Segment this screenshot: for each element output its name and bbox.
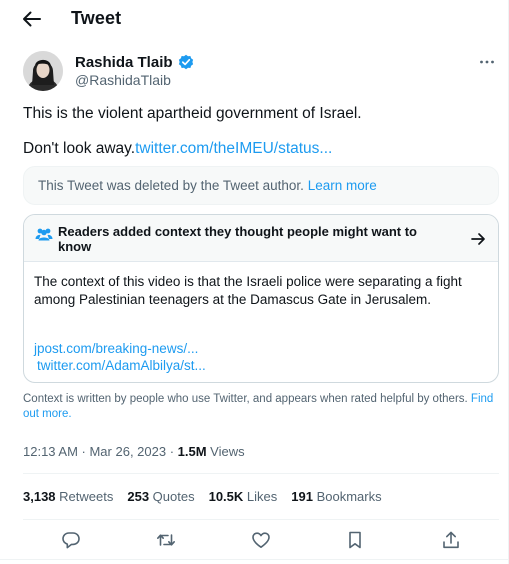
community-note: Readers added context they thought peopl… xyxy=(23,214,499,383)
likes-count: 10.5K xyxy=(208,489,244,504)
divider xyxy=(0,559,509,560)
views-label: Views xyxy=(206,444,245,459)
divider xyxy=(23,519,499,520)
deleted-notice-text: This Tweet was deleted by the Tweet auth… xyxy=(38,178,377,193)
author-block: Rashida Tlaib @RashidaTlaib xyxy=(23,51,503,96)
top-bar: Tweet xyxy=(0,0,509,40)
retweets-label: Retweets xyxy=(55,489,114,504)
tweet-link[interactable]: twitter.com/theIMEU/status... xyxy=(135,140,332,157)
quotes-label: Quotes xyxy=(149,489,195,504)
timestamp[interactable]: 12:13 AM · Mar 26, 2023 · xyxy=(23,444,178,459)
more-dots-icon[interactable] xyxy=(478,53,496,71)
retweet-icon[interactable] xyxy=(155,529,177,551)
quotes-count: 253 xyxy=(127,489,150,504)
context-info-text: Context is written by people who use Twi… xyxy=(23,393,468,405)
action-bar xyxy=(0,527,509,553)
author-name[interactable]: Rashida Tlaib xyxy=(75,54,173,71)
verified-badge-icon xyxy=(178,54,194,70)
tweet-page: Tweet Rashida Tlaib @RashidaTlaib This i… xyxy=(0,0,509,564)
likes-label: Likes xyxy=(243,489,278,504)
community-note-title: Readers added context they thought peopl… xyxy=(58,224,417,254)
deleted-notice-label: This Tweet was deleted by the Tweet auth… xyxy=(38,178,304,193)
community-note-body: The context of this video is that the Is… xyxy=(34,274,462,307)
divider xyxy=(23,473,499,474)
like-icon[interactable] xyxy=(250,529,272,551)
share-icon[interactable] xyxy=(440,529,462,551)
page-title: Tweet xyxy=(71,8,122,28)
tweet-text-line: This is the violent apartheid government… xyxy=(23,105,362,122)
retweets-count: 3,138 xyxy=(23,489,56,504)
bookmarks-label: Bookmarks xyxy=(312,489,382,504)
back-arrow-icon[interactable] xyxy=(21,9,43,29)
bookmarks-count: 191 xyxy=(291,489,313,504)
arrow-right-icon[interactable] xyxy=(470,231,486,247)
bookmark-icon[interactable] xyxy=(344,529,366,551)
people-icon xyxy=(35,227,53,241)
likes-stat[interactable]: 10.5K Likes xyxy=(209,489,278,504)
source-link[interactable]: jpost.com/breaking-news/... xyxy=(34,341,198,356)
tweet-metadata: 12:13 AM · Mar 26, 2023 · 1.5M Views xyxy=(23,444,245,459)
author-handle[interactable]: @RashidaTlaib xyxy=(75,72,171,88)
bookmarks-stat[interactable]: 191 Bookmarks xyxy=(291,489,381,504)
tweet-text: Don't look away. xyxy=(23,140,136,157)
learn-more-link[interactable]: Learn more xyxy=(308,178,377,193)
community-note-header[interactable]: Readers added context they thought peopl… xyxy=(24,215,498,262)
tweet-text-line: Don't look away.twitter.com/theIMEU/stat… xyxy=(23,139,332,159)
source-link[interactable]: twitter.com/AdamAlbilya/st... xyxy=(37,358,206,373)
reply-icon[interactable] xyxy=(60,529,82,551)
deleted-quote-notice: This Tweet was deleted by the Tweet auth… xyxy=(23,166,499,205)
views-count: 1.5M xyxy=(177,444,207,459)
context-info: Context is written by people who use Twi… xyxy=(23,392,499,422)
retweets-stat[interactable]: 3,138 Retweets xyxy=(23,489,113,504)
avatar[interactable] xyxy=(23,51,63,91)
engagement-stats: 3,138 Retweets 253 Quotes 10.5K Likes 191 B… xyxy=(23,489,396,504)
quotes-stat[interactable]: 253 Quotes xyxy=(127,489,194,504)
